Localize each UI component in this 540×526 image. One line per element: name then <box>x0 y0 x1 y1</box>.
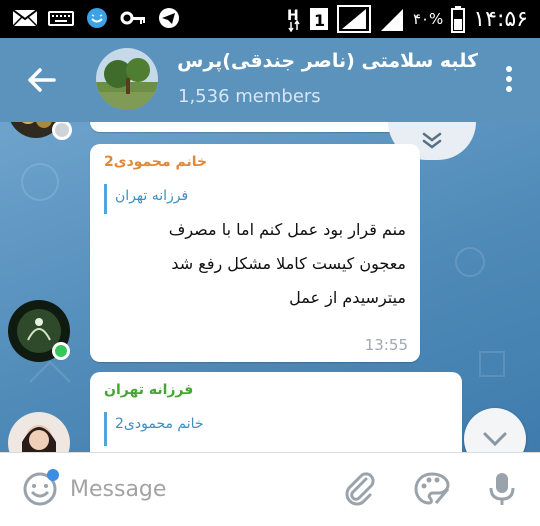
chat-title[interactable]: کلبه سلامتی (ناصر جندقی)پرس... <box>178 50 478 72</box>
battery-percent: ۴۰% <box>412 10 444 28</box>
reply-author: فرزانه تهران <box>115 188 189 204</box>
key-icon <box>120 11 145 25</box>
signal-icon <box>336 5 371 33</box>
signal-icon <box>380 9 403 31</box>
attach-icon[interactable] <box>340 469 380 509</box>
online-badge <box>52 342 70 360</box>
reply-quote[interactable]: فرزانه تهران <box>104 184 404 214</box>
sim1-icon: 1 <box>309 8 328 30</box>
reply-author: خانم محمودی2 <box>115 416 204 432</box>
mail-icon <box>12 9 38 27</box>
telegram-icon <box>159 8 179 28</box>
message-bubble[interactable]: فرزانه تهران خانم محمودی2 <box>90 372 462 452</box>
palette-icon[interactable] <box>412 469 452 509</box>
sender-name[interactable]: فرزانه تهران <box>104 382 193 398</box>
smiley-app-icon <box>87 8 107 28</box>
chevron-down-icon <box>483 432 507 447</box>
group-avatar[interactable] <box>96 48 158 110</box>
status-bar: H 1 ۴۰% ۱۴:۵۶ <box>0 0 540 38</box>
arrow-left-icon[interactable] <box>22 60 62 100</box>
system-icons: H 1 ۴۰% ۱۴:۵۶ <box>287 5 528 33</box>
more-vert-icon[interactable] <box>504 66 514 96</box>
message-text-line: منم قرار بود عمل کنم اما با مصرف <box>168 220 406 239</box>
message-list[interactable]: خانم محمودی2 فرزانه تهران منم قرار بود ع… <box>0 122 540 452</box>
member-count: 1,536 members <box>178 86 321 107</box>
message-bubble[interactable] <box>90 122 420 132</box>
message-text-line: میترسیدم از عمل <box>289 288 406 307</box>
battery-icon <box>451 6 466 33</box>
clock: ۱۴:۵۶ <box>473 6 528 32</box>
message-text-line: معجون کیست کاملا مشکل رفع شد <box>171 254 406 273</box>
sender-name[interactable]: خانم محمودی2 <box>104 154 207 170</box>
message-composer <box>0 452 540 526</box>
reply-quote[interactable]: خانم محمودی2 <box>104 412 444 446</box>
notification-icons <box>12 7 182 29</box>
hd-icon: H <box>287 8 300 32</box>
message-bubble[interactable]: خانم محمودی2 فرزانه تهران منم قرار بود ع… <box>90 144 420 362</box>
keyboard-icon <box>48 11 74 26</box>
message-input[interactable] <box>70 471 320 507</box>
emoji-icon[interactable] <box>20 469 60 509</box>
mic-icon[interactable] <box>482 469 522 509</box>
chat-header: کلبه سلامتی (ناصر جندقی)پرس... 1,536 mem… <box>0 38 540 122</box>
scroll-down-button[interactable] <box>464 408 526 452</box>
svg-text:1: 1 <box>314 11 325 30</box>
message-time: 13:55 <box>364 336 408 354</box>
